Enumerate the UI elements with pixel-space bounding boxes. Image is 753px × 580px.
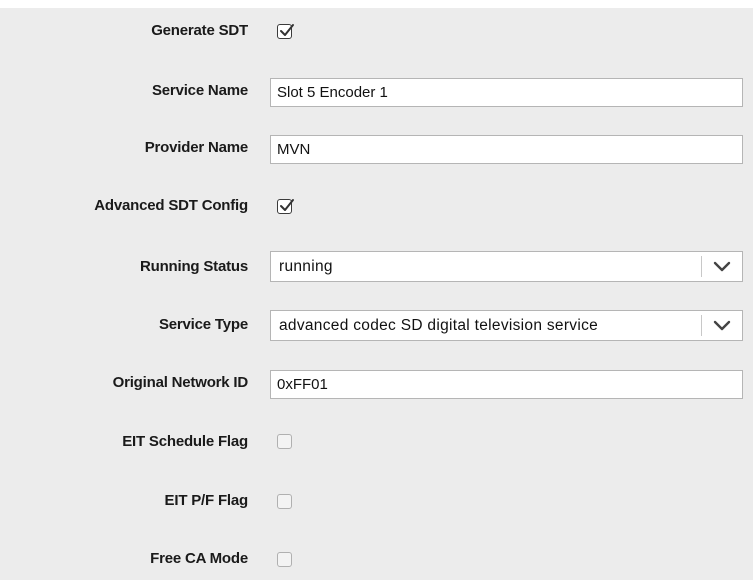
advanced-sdt-config-label: Advanced SDT Config [94,197,248,214]
eit-schedule-flag-checkbox[interactable] [277,434,292,449]
original-network-id-label: Original Network ID [112,374,249,391]
sdt-settings-panel: Generate SDT Service Name Provider Name … [0,8,753,580]
advanced-sdt-config-checkbox[interactable] [277,199,294,214]
eit-pf-flag-checkbox[interactable] [277,494,292,509]
generate-sdt-checkbox[interactable] [277,24,294,39]
service-name-label: Service Name [151,82,248,99]
original-network-id-field[interactable] [270,370,743,399]
service-type-value: advanced codec SD digital television ser… [279,317,599,334]
generate-sdt-label: Generate SDT [151,22,248,39]
running-status-select[interactable]: running [270,251,743,282]
provider-name-label: Provider Name [144,139,248,156]
eit-schedule-flag-label: EIT Schedule Flag [122,433,248,450]
service-type-select[interactable]: advanced codec SD digital television ser… [270,310,743,341]
service-type-label: Service Type [158,316,248,333]
chevron-down-icon[interactable] [712,260,732,274]
running-status-value: running [279,258,333,275]
free-ca-mode-checkbox[interactable] [277,552,292,567]
running-status-label: Running Status [139,258,248,275]
service-name-field[interactable] [270,78,743,107]
dropdown-divider [701,256,702,277]
checkmark-icon [280,199,294,211]
provider-name-field[interactable] [270,135,743,164]
eit-pf-flag-label: EIT P/F Flag [164,492,249,509]
checkmark-icon [280,24,294,36]
chevron-down-icon[interactable] [712,319,732,333]
free-ca-mode-label: Free CA Mode [150,550,248,567]
dropdown-divider [701,315,702,336]
